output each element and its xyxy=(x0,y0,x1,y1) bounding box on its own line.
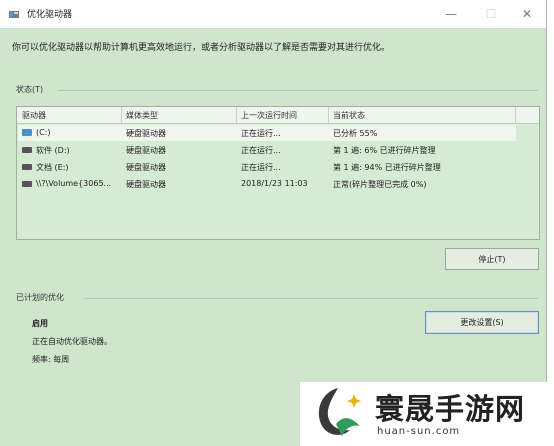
drive-last-run: 正在运行... xyxy=(241,146,281,155)
drives-list-header: 驱动器 媒体类型 上一次运行时间 当前状态 xyxy=(17,107,539,124)
maximize-icon: ☐ xyxy=(485,7,497,21)
column-header-media-type[interactable]: 媒体类型 xyxy=(126,110,158,121)
drive-last-run: 2018/1/23 11:03 xyxy=(241,179,308,188)
scheduled-divider xyxy=(84,298,538,299)
window-title: 优化驱动器 xyxy=(27,10,73,20)
change-settings-button[interactable]: 更改设置(S) xyxy=(425,311,539,334)
column-header-status[interactable]: 当前状态 xyxy=(333,110,365,121)
drive-status: 已分析 55% xyxy=(333,129,378,138)
status-divider xyxy=(58,90,538,91)
watermark-url: huan-sun.com xyxy=(377,426,461,437)
hard-drive-icon xyxy=(22,181,32,187)
column-separator xyxy=(121,107,122,123)
minimize-icon: — xyxy=(445,7,457,21)
site-watermark: 寰晟手游网 huan-sun.com xyxy=(300,382,554,446)
drives-list[interactable]: 驱动器 媒体类型 上一次运行时间 当前状态 (C:) 硬盘驱动器 正在运行...… xyxy=(16,106,540,240)
status-section-label: 状态(T) xyxy=(16,85,44,94)
column-separator xyxy=(236,107,237,123)
column-separator xyxy=(328,107,329,123)
schedule-frequency: 频率: 每周 xyxy=(32,355,70,364)
stop-button[interactable]: 停止(T) xyxy=(445,248,539,270)
watermark-text: 寰晟手游网 xyxy=(375,392,526,426)
drive-media-type: 硬盘驱动器 xyxy=(126,129,166,138)
drive-optimize-icon xyxy=(9,11,19,18)
schedule-state: 启用 xyxy=(32,319,48,328)
drive-row-c[interactable]: (C:) 硬盘驱动器 正在运行... 已分析 55% xyxy=(18,125,516,141)
drive-status: 第 1 遍: 94% 已进行碎片整理 xyxy=(333,163,441,172)
drive-name: 文档 (E:) xyxy=(36,163,69,172)
minimize-button[interactable]: — xyxy=(432,0,470,28)
drive-media-type: 硬盘驱动器 xyxy=(126,163,166,172)
column-header-drive[interactable]: 驱动器 xyxy=(22,110,46,121)
drive-last-run: 正在运行... xyxy=(241,163,281,172)
scheduled-section-label: 已计划的优化 xyxy=(16,293,64,302)
hard-drive-icon xyxy=(22,147,32,153)
maximize-button[interactable]: ☐ xyxy=(472,0,510,28)
close-button[interactable]: ✕ xyxy=(508,0,546,28)
drive-last-run: 正在运行... xyxy=(241,129,281,138)
description-text: 你可以优化驱动器以帮助计算机更高效地运行，或者分析驱动器以了解是否需要对其进行优… xyxy=(12,43,391,53)
title-bar: 优化驱动器 — ☐ ✕ xyxy=(0,0,546,29)
drive-name: \\?\Volume{3065... xyxy=(36,179,112,188)
optimize-drives-window: 优化驱动器 — ☐ ✕ 你可以优化驱动器以帮助计算机更高效地运行，或者分析驱动器… xyxy=(0,0,547,446)
drive-row-e[interactable]: 文档 (E:) 硬盘驱动器 正在运行... 第 1 遍: 94% 已进行碎片整理 xyxy=(18,159,516,175)
schedule-description: 正在自动优化驱动器。 xyxy=(32,337,112,346)
watermark-logo xyxy=(318,388,361,436)
header-filler xyxy=(515,107,539,123)
close-icon: ✕ xyxy=(521,7,533,21)
drive-media-type: 硬盘驱动器 xyxy=(126,146,166,155)
hard-drive-icon xyxy=(22,164,32,170)
drive-row-volume[interactable]: \\?\Volume{3065... 硬盘驱动器 2018/1/23 11:03… xyxy=(18,176,516,192)
drive-row-d[interactable]: 软件 (D:) 硬盘驱动器 正在运行... 第 1 遍: 6% 已进行碎片整理 xyxy=(18,142,516,158)
drive-status: 第 1 遍: 6% 已进行碎片整理 xyxy=(333,146,436,155)
drive-name: (C:) xyxy=(36,128,51,137)
drive-media-type: 硬盘驱动器 xyxy=(126,180,166,189)
drive-name: 软件 (D:) xyxy=(36,146,70,155)
system-drive-icon xyxy=(22,129,32,136)
drive-status: 正常(碎片整理已完成 0%) xyxy=(333,180,427,189)
background-strip xyxy=(547,0,554,446)
column-header-last-run[interactable]: 上一次运行时间 xyxy=(241,110,297,121)
